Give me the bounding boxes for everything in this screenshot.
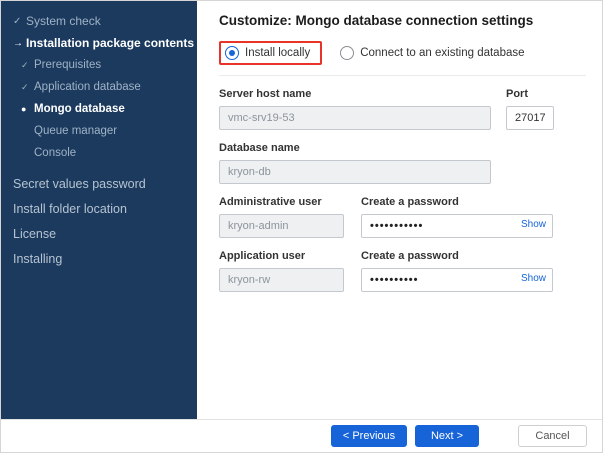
arrow-right-icon: → [13,37,23,49]
admin-user-label: Administrative user [219,196,322,208]
sidebar-item-label: Secret values password [13,176,146,191]
sidebar-item-system-check[interactable]: ✓ System check [1,10,197,32]
admin-password-field-group: Create a password Show [361,196,553,238]
sidebar-item-installation-package-contents[interactable]: → Installation package contents [1,32,197,54]
check-icon: ✓ [13,15,22,27]
bullet-icon: ● [21,104,27,114]
server-host-field-group: Server host name [219,88,491,130]
host-port-row: Server host name Port [219,88,586,130]
app-password-label: Create a password [361,250,459,262]
check-icon: ✓ [21,59,29,70]
sidebar-item-mongo-database[interactable]: ● Mongo database [1,98,197,120]
server-host-label: Server host name [219,88,312,100]
admin-user-input [219,214,344,238]
install-mode-radio-group: Install locally Connect to an existing d… [219,41,586,76]
next-button[interactable]: Next > [415,425,479,447]
app-password-wrap: Show [361,268,553,292]
sidebar-item-license[interactable]: License [1,221,197,246]
highlight-box: Install locally [219,41,323,65]
radio-selected-icon[interactable] [225,46,239,60]
admin-password-wrap: Show [361,214,553,238]
radio-install-locally[interactable]: Install locally [225,46,310,60]
radio-unselected-icon[interactable] [340,46,355,60]
sidebar-item-queue-manager[interactable]: Queue manager [1,120,197,142]
server-host-input [219,106,491,130]
admin-password-label: Create a password [361,196,459,208]
check-icon: ✓ [21,81,29,92]
app-user-label: Application user [219,250,306,262]
sidebar-item-label: Queue manager [34,125,118,137]
sidebar-item-label: Installing [13,251,63,266]
port-input[interactable] [506,106,554,130]
wizard-footer: < Previous Next > Cancel [1,419,602,452]
port-label: Port [506,88,528,100]
sidebar-item-console[interactable]: Console [1,142,197,164]
app-user-field-group: Application user [219,250,344,292]
sidebar-item-label: Application database [34,81,141,93]
sidebar-item-application-database[interactable]: ✓ Application database [1,76,197,98]
radio-connect-existing[interactable]: Connect to an existing database [340,46,525,60]
sidebar-item-label: License [13,226,57,241]
cancel-button[interactable]: Cancel [518,425,587,447]
database-name-field-group: Database name [219,142,491,184]
radio-label: Connect to an existing database [360,47,525,59]
sidebar-item-label: Prerequisites [34,59,102,71]
radio-label: Install locally [245,47,311,59]
app-password-field-group: Create a password Show [361,250,553,292]
admin-user-row: Administrative user Create a password Sh… [219,196,586,238]
database-name-row: Database name [219,142,586,184]
database-name-label: Database name [219,142,300,154]
sidebar-item-install-folder-location[interactable]: Install folder location [1,196,197,221]
sidebar-item-label: Install folder location [13,201,127,216]
sidebar-item-installing[interactable]: Installing [1,246,197,271]
app-user-row: Application user Create a password Show [219,250,586,292]
app-password-show-link[interactable]: Show [521,273,546,284]
sidebar-item-label: Installation package contents [26,36,195,50]
wizard-steps-sidebar: ✓ System check → Installation package co… [1,1,197,424]
database-name-input [219,160,491,184]
sidebar-item-prerequisites[interactable]: ✓ Prerequisites [1,54,197,76]
app-user-input [219,268,344,292]
admin-password-show-link[interactable]: Show [521,219,546,230]
admin-user-field-group: Administrative user [219,196,344,238]
port-field-group: Port [506,88,554,130]
sidebar-item-label: System check [26,14,101,28]
main-content: Customize: Mongo database connection set… [197,1,602,421]
installer-window: ✓ System check → Installation package co… [0,0,603,453]
sidebar-item-label: Mongo database [34,103,125,115]
page-title: Customize: Mongo database connection set… [219,13,534,28]
sidebar-item-label: Console [34,147,77,159]
previous-button[interactable]: < Previous [331,425,407,447]
sidebar-item-secret-values-password[interactable]: Secret values password [1,171,197,196]
